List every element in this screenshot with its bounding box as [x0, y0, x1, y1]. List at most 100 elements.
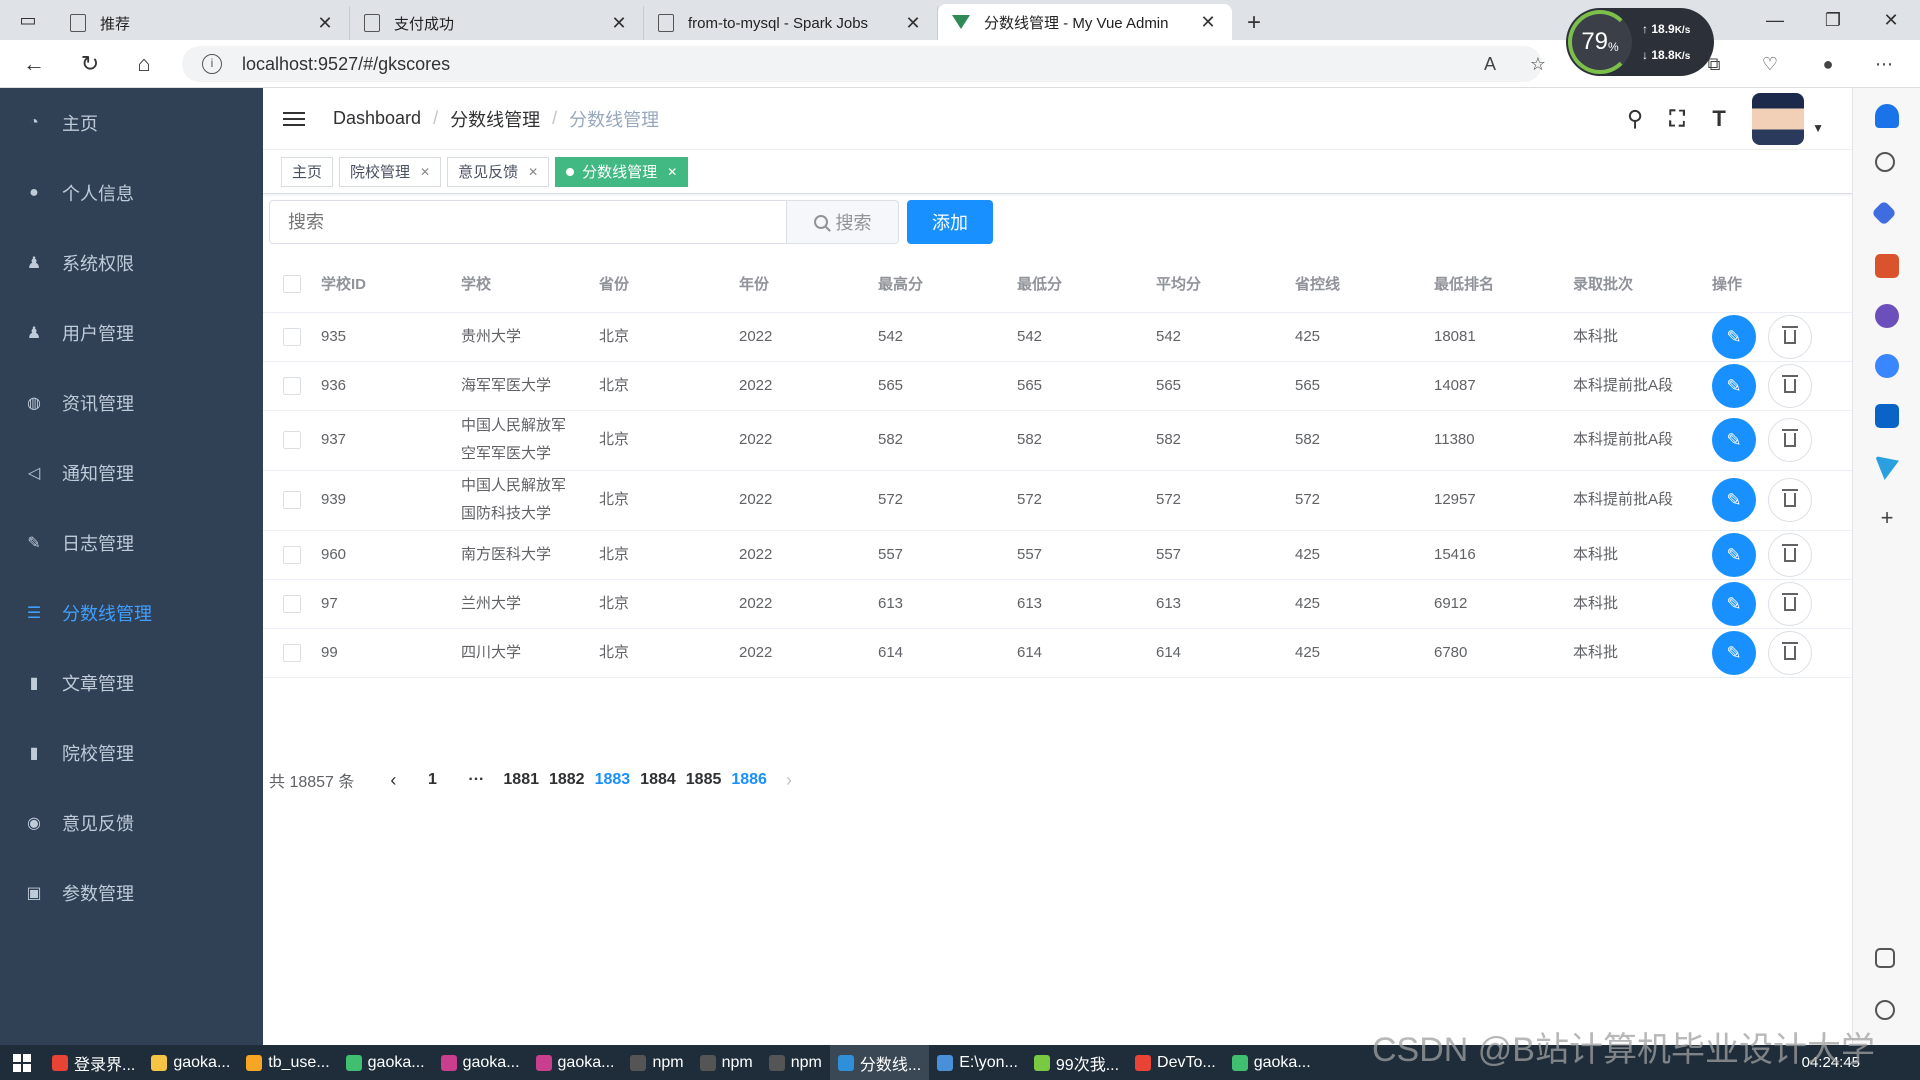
taskbar-item-7[interactable]: npm [692, 1045, 761, 1080]
sidebar-item-8[interactable]: ▮ 文章管理 [0, 648, 263, 718]
close-icon[interactable]: ✕ [528, 165, 538, 179]
prev-page-icon[interactable]: ‹ [376, 770, 410, 791]
edit-button[interactable]: ✎ [1712, 418, 1756, 462]
page-number[interactable]: 1882 [549, 771, 585, 789]
windows-start-icon[interactable] [0, 1045, 44, 1080]
add-icon[interactable]: + [1875, 506, 1899, 530]
tag-icon[interactable] [1871, 200, 1897, 226]
home-icon[interactable]: ⌂ [126, 48, 162, 80]
taskbar-item-5[interactable]: gaoka... [528, 1045, 623, 1080]
taskbar-item-2[interactable]: tb_use... [238, 1045, 337, 1080]
address-bar[interactable]: i localhost:9527/#/gkscores [182, 46, 1542, 82]
taskbar-item-11[interactable]: 99次我... [1026, 1045, 1127, 1080]
sidebar-item-1[interactable]: ● 个人信息 [0, 158, 263, 228]
close-icon[interactable]: ✕ [420, 165, 430, 179]
browser-tab-1[interactable]: 推荐 ✕ [56, 6, 350, 40]
tag-1[interactable]: 院校管理 ✕ [339, 156, 442, 187]
read-aloud-icon[interactable]: A [1472, 46, 1508, 82]
hamburger-icon[interactable] [283, 108, 305, 130]
delete-button[interactable] [1768, 630, 1812, 675]
caret-down-icon[interactable]: ▼ [1812, 121, 1824, 135]
screenshot-icon[interactable] [1875, 948, 1895, 968]
close-icon[interactable]: ✕ [667, 165, 677, 179]
outlook-icon[interactable] [1875, 404, 1899, 428]
sidebar-item-0[interactable]: ◔ 主页 [0, 88, 263, 158]
page-number[interactable]: 1886 [731, 771, 767, 789]
row-checkbox[interactable] [283, 545, 301, 564]
more-menu-icon[interactable]: ⋯ [1866, 46, 1902, 82]
edit-button[interactable]: ✎ [1712, 581, 1756, 626]
font-size-icon[interactable]: T [1698, 106, 1740, 132]
browser-tab-3[interactable]: from-to-mysql - Spark Jobs ✕ [644, 6, 938, 40]
row-checkbox[interactable] [283, 376, 301, 395]
search-icon[interactable] [1875, 152, 1895, 172]
edit-button[interactable]: ✎ [1712, 630, 1756, 675]
row-checkbox[interactable] [283, 431, 301, 449]
taskbar-item-6[interactable]: npm [622, 1045, 691, 1080]
taskbar-item-1[interactable]: gaoka... [143, 1045, 238, 1080]
page-number[interactable]: 1885 [686, 771, 722, 789]
tag-2[interactable]: 意见反馈 ✕ [447, 156, 550, 187]
search-input[interactable] [269, 200, 787, 244]
gear-icon[interactable] [1875, 1000, 1895, 1020]
sidebar-item-4[interactable]: ◍ 资讯管理 [0, 368, 263, 438]
favorite-star-icon[interactable]: ☆ [1520, 46, 1556, 82]
taskbar-item-9[interactable]: 分数线... [829, 1045, 930, 1080]
sidebar-item-5[interactable]: ◁ 通知管理 [0, 438, 263, 508]
close-icon[interactable]: ✕ [609, 13, 629, 34]
new-tab-button[interactable]: + [1232, 6, 1276, 40]
restore-button[interactable]: ❐ [1804, 0, 1862, 40]
delete-button[interactable] [1768, 363, 1812, 408]
copilot-icon[interactable] [1875, 354, 1899, 378]
back-icon[interactable]: ← [16, 48, 52, 80]
row-checkbox[interactable] [283, 491, 301, 509]
search-button[interactable]: 搜索 [787, 200, 899, 244]
page-number[interactable]: 1 [415, 771, 449, 789]
taskbar-item-3[interactable]: gaoka... [338, 1045, 433, 1080]
taskbar-item-13[interactable]: gaoka... [1224, 1045, 1319, 1080]
close-icon[interactable]: ✕ [315, 13, 335, 34]
edit-button[interactable]: ✎ [1712, 532, 1756, 577]
sidebar-item-2[interactable]: ♟ 系统权限 [0, 228, 263, 298]
sidebar-item-10[interactable]: ◉ 意见反馈 [0, 788, 263, 858]
row-checkbox[interactable] [283, 643, 301, 662]
taskbar-item-12[interactable]: DevTo... [1127, 1045, 1224, 1080]
delete-button[interactable] [1768, 532, 1812, 577]
next-page-icon[interactable]: › [772, 770, 806, 791]
edit-button[interactable]: ✎ [1712, 363, 1756, 408]
taskbar-item-4[interactable]: gaoka... [433, 1045, 528, 1080]
sidebar-item-7[interactable]: ☰ 分数线管理 [0, 578, 263, 648]
taskbar-item-0[interactable]: 登录界... [44, 1045, 143, 1080]
delete-button[interactable] [1768, 418, 1812, 462]
sidebar-item-9[interactable]: ▮ 院校管理 [0, 718, 263, 788]
profile-icon[interactable]: ● [1810, 46, 1846, 82]
delete-button[interactable] [1768, 478, 1812, 522]
close-icon[interactable]: ✕ [903, 13, 923, 34]
close-icon[interactable]: ✕ [1198, 12, 1218, 33]
page-number[interactable]: 1881 [503, 771, 539, 789]
edit-button[interactable]: ✎ [1712, 314, 1756, 359]
tab-actions-icon[interactable]: ▭ [0, 0, 56, 40]
toolbox-icon[interactable] [1875, 254, 1899, 278]
breadcrumb-dashboard[interactable]: Dashboard [333, 108, 421, 129]
sidebar-item-6[interactable]: ✎ 日志管理 [0, 508, 263, 578]
row-checkbox[interactable] [283, 327, 301, 346]
avatar[interactable] [1752, 93, 1805, 145]
sidebar-item-3[interactable]: ♟ 用户管理 [0, 298, 263, 368]
send-icon[interactable] [1875, 456, 1899, 480]
page-number[interactable]: 1884 [640, 771, 676, 789]
page-number[interactable]: 1883 [595, 771, 631, 789]
tag-3[interactable]: 分数线管理 ✕ [555, 156, 689, 187]
taskbar-item-10[interactable]: E:\yon... [929, 1045, 1026, 1080]
info-icon[interactable]: i [202, 54, 222, 74]
fullscreen-icon[interactable]: ⛶ [1656, 106, 1698, 132]
browser-tab-2[interactable]: 支付成功 ✕ [350, 6, 644, 40]
refresh-icon[interactable]: ↻ [72, 48, 108, 80]
bell-icon[interactable] [1875, 104, 1899, 128]
delete-button[interactable] [1768, 314, 1812, 359]
page-number[interactable]: ··· [459, 771, 493, 789]
row-checkbox[interactable] [283, 594, 301, 613]
delete-button[interactable] [1768, 581, 1812, 626]
breadcrumb-scores[interactable]: 分数线管理 [450, 106, 540, 132]
select-all-checkbox[interactable] [283, 274, 301, 293]
